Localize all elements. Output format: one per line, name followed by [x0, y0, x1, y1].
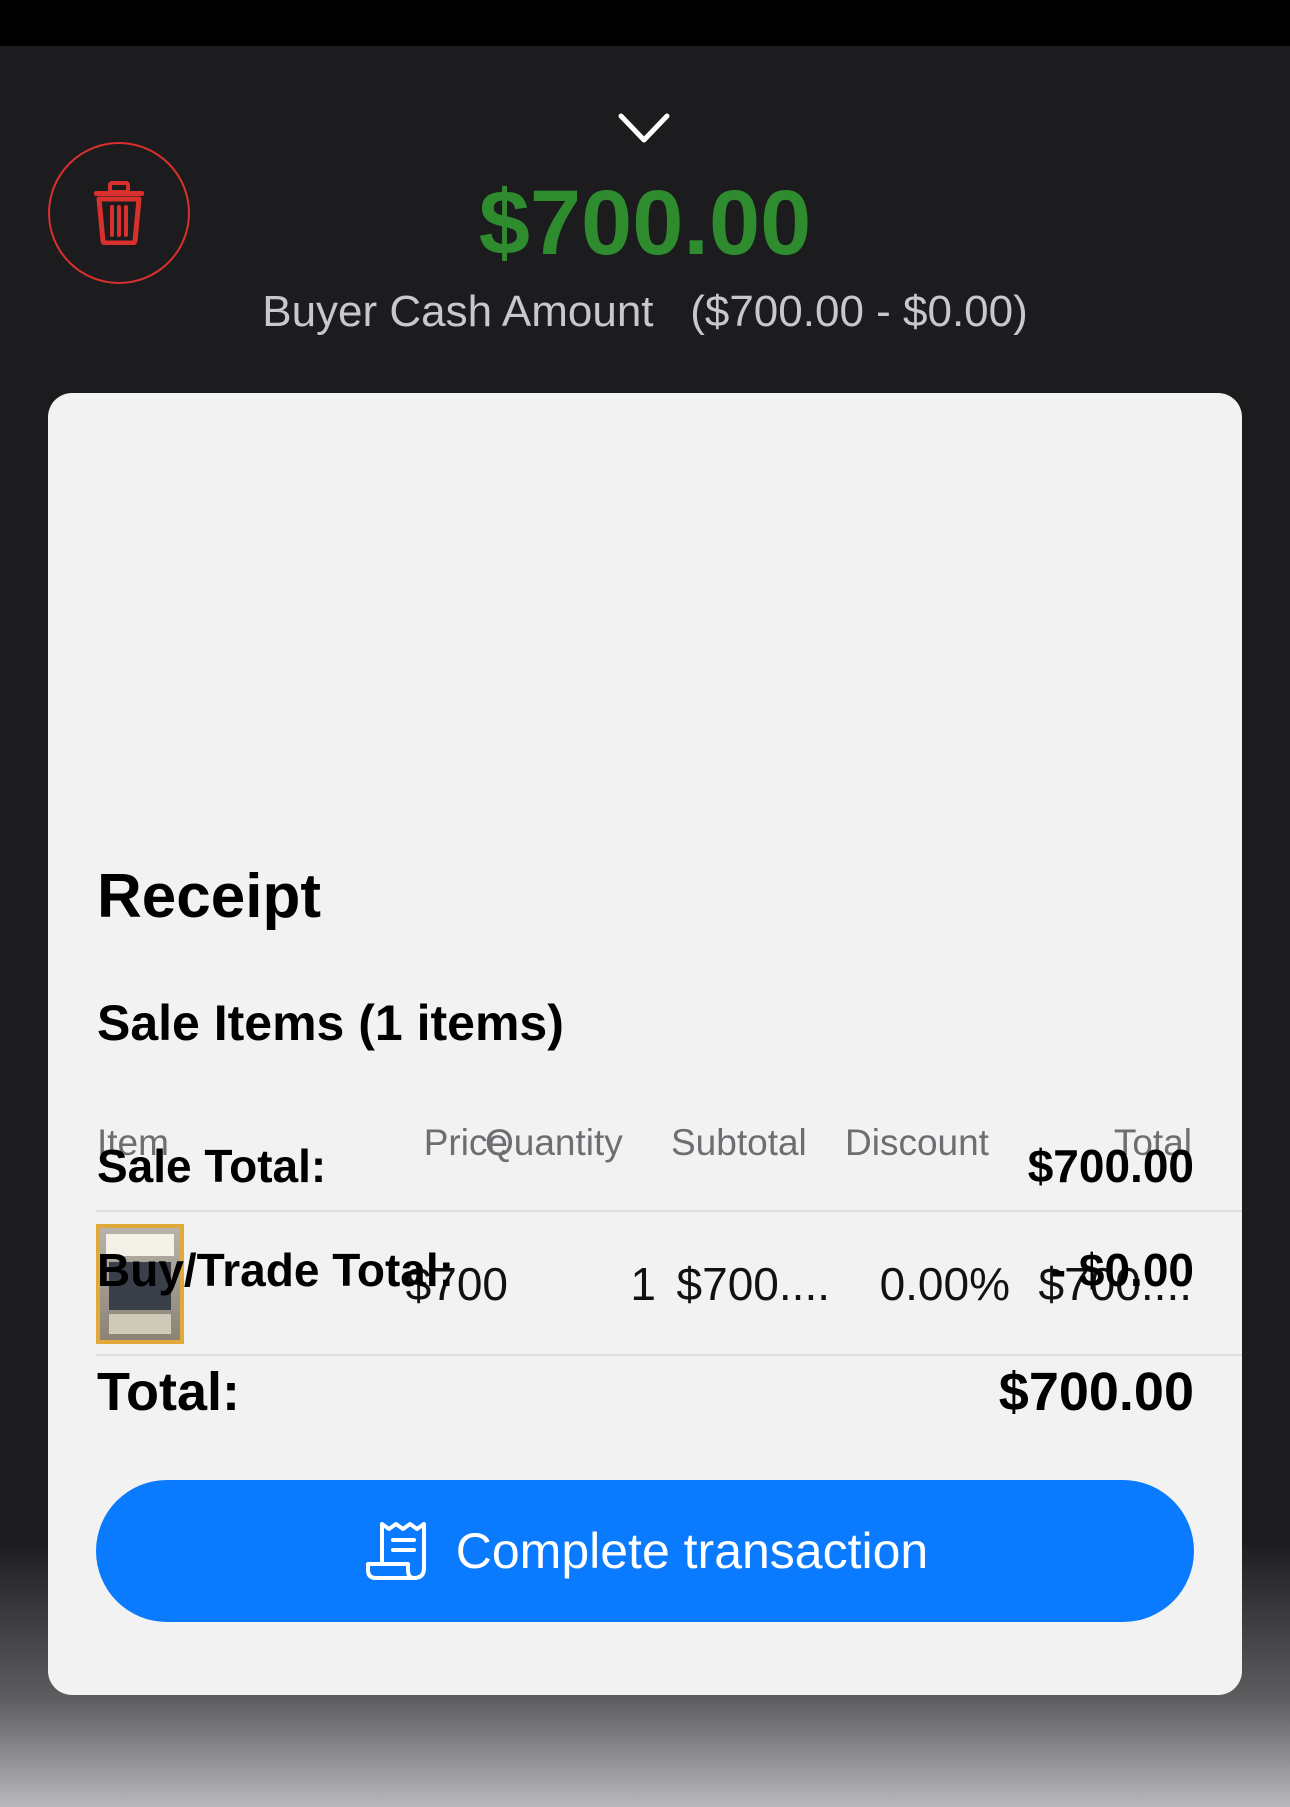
- column-header-subtotal: Subtotal: [671, 1122, 807, 1163]
- table-divider: [96, 1354, 1242, 1356]
- receipt-icon: [365, 1522, 426, 1580]
- card-text-area: [109, 1314, 171, 1334]
- chevron-down-icon[interactable]: [617, 108, 671, 148]
- total-value: $700.00: [998, 1362, 1194, 1422]
- table-divider: [96, 1210, 1242, 1212]
- row-discount: 0.00%: [879, 1258, 1010, 1310]
- total-label: Total:: [97, 1362, 240, 1422]
- buy-trade-total-value: - $0.00: [1050, 1244, 1194, 1296]
- complete-transaction-label: Complete transaction: [455, 1523, 929, 1579]
- receipt-title: Receipt: [97, 862, 321, 931]
- column-header-quantity: Quantity: [485, 1122, 623, 1163]
- status-bar: [0, 0, 1290, 46]
- sale-items-heading: Sale Items (1 items): [97, 995, 564, 1051]
- buyer-cash-amount: $700.00: [478, 172, 812, 274]
- buy-trade-total-label: Buy/Trade Total:: [97, 1244, 454, 1296]
- row-subtotal: $700....: [676, 1258, 830, 1310]
- complete-transaction-button[interactable]: Complete transaction: [96, 1480, 1194, 1622]
- sale-total-label: Sale Total:: [97, 1140, 327, 1192]
- receipt-card: Receipt Sale Items (1 items) Item Price …: [48, 393, 1242, 1695]
- buyer-cash-amount-caption: Buyer Cash Amount ($700.00 - $0.00): [262, 287, 1028, 336]
- row-quantity: 1: [630, 1258, 656, 1310]
- column-header-discount: Discount: [845, 1122, 989, 1163]
- sale-total-value: $700.00: [1027, 1140, 1194, 1192]
